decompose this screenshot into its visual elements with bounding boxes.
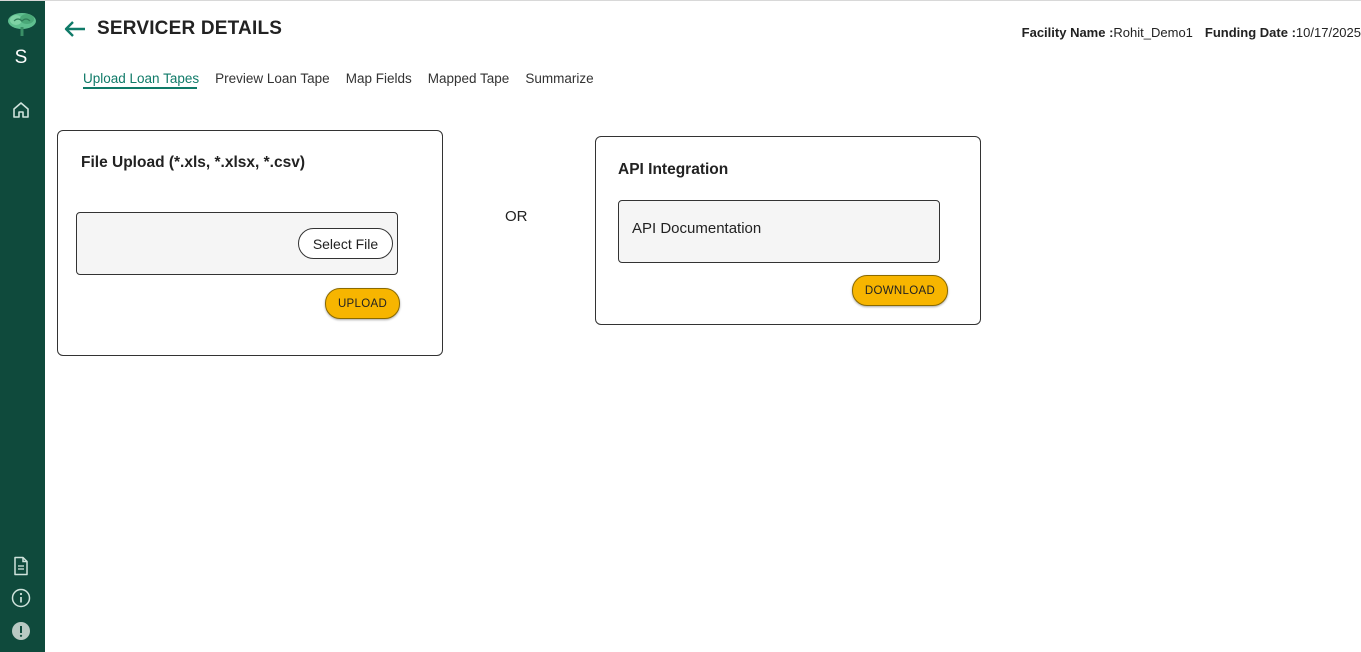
step-tabs: Upload Loan Tapes Preview Loan Tape Map …: [83, 71, 602, 91]
home-icon[interactable]: [10, 99, 32, 121]
info-icon[interactable]: [10, 587, 32, 609]
user-initial[interactable]: S: [0, 47, 42, 69]
main-content: SERVICER DETAILS Facility Name :Rohit_De…: [45, 1, 1361, 652]
tab-map-fields[interactable]: Map Fields: [338, 71, 420, 91]
page-title: SERVICER DETAILS: [97, 18, 283, 39]
facility-name-value: Rohit_Demo1: [1113, 25, 1193, 40]
file-drop-field[interactable]: Select File: [76, 212, 398, 275]
tab-upload-loan-tapes[interactable]: Upload Loan Tapes: [83, 71, 207, 91]
upload-button[interactable]: UPLOAD: [325, 288, 400, 319]
brain-tree-logo-icon[interactable]: [6, 11, 38, 37]
select-file-button[interactable]: Select File: [298, 228, 393, 259]
tab-summarize[interactable]: Summarize: [517, 71, 601, 91]
sidebar: S: [0, 1, 45, 652]
document-icon[interactable]: [10, 555, 32, 577]
funding-date-value: 10/17/2025: [1295, 25, 1361, 40]
tab-mapped-tape[interactable]: Mapped Tape: [420, 71, 518, 91]
file-upload-title: File Upload (*.xls, *.xlsx, *.csv): [81, 154, 305, 171]
funding-date-label: Funding Date :: [1204, 25, 1296, 40]
api-documentation-label: API Documentation: [632, 220, 762, 237]
api-integration-card: API Integration API Documentation DOWNLO…: [595, 136, 981, 325]
api-integration-title: API Integration: [618, 161, 729, 178]
or-separator: OR: [505, 208, 528, 225]
alert-icon[interactable]: [10, 620, 32, 642]
file-upload-card: File Upload (*.xls, *.xlsx, *.csv) Selec…: [57, 130, 443, 356]
header-meta: Facility Name :Rohit_Demo1 Funding Date :…: [1022, 25, 1361, 40]
download-button[interactable]: DOWNLOAD: [852, 275, 948, 306]
back-arrow-icon[interactable]: [63, 19, 87, 39]
facility-name-label: Facility Name :: [1021, 25, 1114, 40]
api-documentation-field[interactable]: API Documentation: [618, 200, 940, 263]
tab-preview-loan-tape[interactable]: Preview Loan Tape: [207, 71, 338, 91]
